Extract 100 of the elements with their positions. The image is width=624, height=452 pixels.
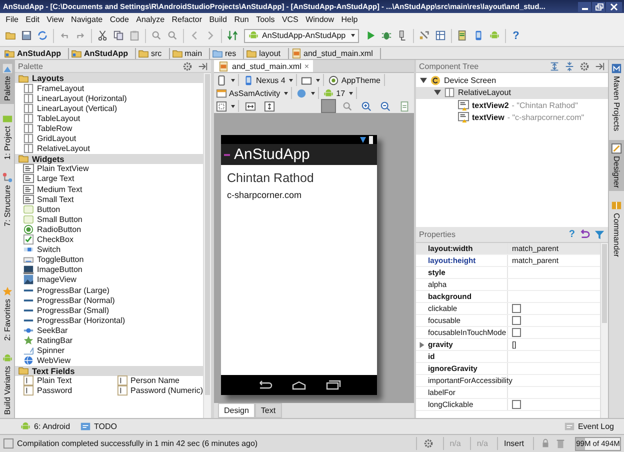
palette-item[interactable]: Plain Text: [15, 376, 109, 386]
collapse-arrow-icon[interactable]: [420, 76, 427, 84]
paste-icon[interactable]: [129, 30, 140, 41]
menu-item[interactable]: VCS: [278, 14, 302, 24]
side-tab[interactable]: 7: Structure: [0, 168, 14, 230]
palette-item[interactable]: ProgressBar (Horizontal): [15, 315, 203, 326]
zoom-icon[interactable]: [342, 100, 353, 112]
close-tab-button[interactable]: ×: [304, 62, 310, 70]
breadcrumb[interactable]: AnStudApp: [2, 48, 69, 58]
minimize-button[interactable]: [578, 2, 591, 12]
undo-icon[interactable]: [579, 229, 590, 240]
menu-item[interactable]: Window: [302, 14, 338, 24]
settings-icon[interactable]: [182, 60, 193, 72]
bug-icon[interactable]: [380, 30, 392, 41]
palette-item[interactable]: Large Text: [15, 174, 203, 184]
editor-mode-tab[interactable]: Design: [218, 403, 255, 418]
palette-item[interactable]: RelativeLayout: [15, 144, 203, 154]
checkbox[interactable]: [512, 316, 521, 325]
expand-arrow-icon[interactable]: [419, 342, 425, 348]
activity-dropdown[interactable]: AsSamActivity: [216, 87, 292, 99]
cut-icon[interactable]: [97, 30, 108, 41]
save-icon[interactable]: [21, 30, 32, 41]
device-menu-button[interactable]: [216, 74, 239, 86]
tool-window-button[interactable]: 6: Android: [20, 421, 70, 432]
menu-item[interactable]: View: [43, 14, 68, 24]
palette-item[interactable]: GridLayout: [15, 134, 203, 144]
breadcrumb[interactable]: res: [210, 48, 244, 58]
search-icon[interactable]: [151, 30, 162, 41]
palette-item[interactable]: TableRow: [15, 123, 203, 134]
breadcrumb[interactable]: src: [136, 48, 170, 58]
settings-icon[interactable]: [579, 60, 590, 72]
palette-item[interactable]: Small Text: [15, 194, 203, 204]
insert-mode[interactable]: Insert: [496, 437, 530, 450]
menu-item[interactable]: Refactor: [168, 14, 206, 24]
group-header[interactable]: Text Fields: [15, 366, 203, 376]
memory-icon[interactable]: [555, 438, 566, 449]
layout-icon[interactable]: [434, 30, 446, 41]
menu-item[interactable]: Build: [206, 14, 231, 24]
breadcrumb[interactable]: AnStudApp: [69, 48, 136, 58]
zoom-fit-button[interactable]: [216, 100, 239, 112]
palette-item[interactable]: Person Name: [108, 376, 203, 386]
breadcrumb[interactable]: and_stud_main.xml: [288, 48, 381, 58]
scrollbar-thumb[interactable]: [602, 244, 607, 323]
help-button[interactable]: ?: [508, 30, 524, 42]
palette-item[interactable]: Medium Text: [15, 184, 203, 194]
breadcrumb[interactable]: layout: [244, 48, 288, 58]
checkbox[interactable]: [512, 304, 521, 313]
checkbox[interactable]: [512, 400, 521, 409]
device-dropdown[interactable]: Nexus 4: [243, 74, 298, 86]
expand-all-icon[interactable]: [549, 60, 560, 72]
close-button[interactable]: [606, 2, 622, 12]
palette-item[interactable]: Small Button: [15, 214, 203, 224]
copy-icon[interactable]: [113, 30, 124, 41]
locale-button[interactable]: [296, 87, 320, 99]
replace-icon[interactable]: [167, 30, 178, 41]
zoom-in-icon[interactable]: [361, 100, 372, 112]
toggle-button[interactable]: [321, 99, 336, 113]
orientation-button[interactable]: [301, 74, 324, 86]
palette-item[interactable]: SeekBar: [15, 325, 203, 336]
open-folder-icon[interactable]: [5, 30, 16, 41]
sync-icon[interactable]: [37, 30, 48, 41]
editor-mode-tab[interactable]: Text: [254, 403, 282, 418]
height-icon[interactable]: [264, 100, 275, 112]
palette-item[interactable]: ImageView: [15, 274, 203, 285]
menu-item[interactable]: Navigate: [67, 14, 106, 24]
palette-item[interactable]: CheckBox: [15, 234, 203, 245]
tree-item[interactable]: RelativeLayout: [416, 86, 608, 99]
make-icon[interactable]: [227, 30, 238, 41]
tree-item[interactable]: Device Screen: [416, 74, 608, 86]
attach-icon[interactable]: [396, 30, 408, 41]
side-tab[interactable]: 1: Project: [0, 110, 14, 163]
collapse-arrow-icon[interactable]: [434, 89, 441, 96]
tree-item[interactable]: textView - "c-sharpcorner.com": [416, 112, 608, 124]
palette-item[interactable]: Plain TextView: [15, 164, 203, 174]
tool-window-button[interactable]: TODO: [80, 421, 117, 432]
palette-item[interactable]: FrameLayout: [15, 83, 203, 94]
palette-item[interactable]: RatingBar: [15, 335, 203, 346]
breadcrumb[interactable]: main: [170, 48, 210, 58]
palette-item[interactable]: TableLayout: [15, 113, 203, 124]
filter-icon[interactable]: [594, 229, 605, 240]
tool-window-button[interactable]: Event Log: [564, 421, 614, 432]
tree-item[interactable]: textView2 - "Chintan Rathod": [416, 99, 608, 112]
status-icon[interactable]: [3, 438, 14, 449]
settings-icon[interactable]: [422, 438, 434, 449]
palette-item[interactable]: ProgressBar (Small): [15, 305, 203, 316]
checkbox[interactable]: [512, 328, 521, 337]
palette-item[interactable]: ImageButton: [15, 264, 203, 275]
structure-icon[interactable]: [418, 30, 430, 41]
collapse-all-icon[interactable]: [564, 60, 575, 72]
side-tab[interactable]: 2: Favorites: [0, 283, 14, 344]
palette-item[interactable]: ToggleButton: [15, 254, 203, 265]
palette-item[interactable]: Password: [15, 386, 109, 396]
side-tab[interactable]: Designer: [609, 140, 624, 192]
palette-item[interactable]: ProgressBar (Normal): [15, 295, 203, 306]
palette-item[interactable]: WebView: [15, 356, 203, 366]
palette-item[interactable]: Spinner: [15, 346, 203, 356]
sdk-manager-icon[interactable]: [456, 30, 468, 41]
side-tab[interactable]: Maven Projects: [609, 60, 624, 134]
restore-button[interactable]: [592, 2, 605, 12]
palette-item[interactable]: RadioButton: [15, 224, 203, 234]
